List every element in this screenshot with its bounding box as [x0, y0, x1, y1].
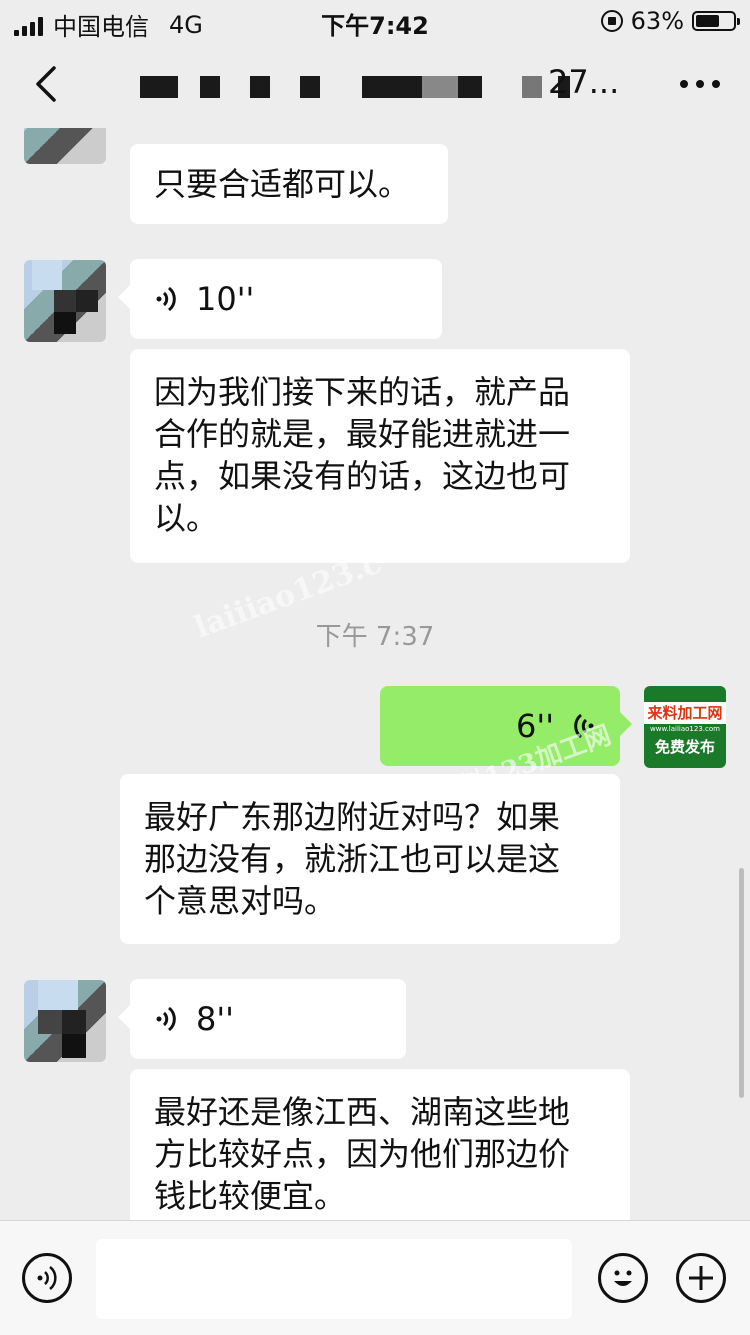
- message-line: 钱比较便宜。: [154, 1177, 347, 1215]
- message-line: 因为我们接下来的话，就产品: [154, 373, 571, 411]
- chat-title: 27...: [120, 60, 620, 104]
- message-line: 点，如果没有的话，这边也可: [154, 457, 571, 495]
- message-timestamp: 下午 7:37: [315, 622, 435, 652]
- chevron-left-icon[interactable]: [28, 64, 68, 104]
- message-bubble[interactable]: 只要合适都可以。: [130, 144, 448, 224]
- contact-avatar[interactable]: [24, 980, 106, 1062]
- message-bubble[interactable]: 最好广东那边附近对吗？如果 那边没有，就浙江也可以是这 个意思对吗。: [120, 774, 620, 944]
- voice-duration: 8'': [196, 1000, 234, 1038]
- message-input[interactable]: [96, 1239, 572, 1319]
- message-line: 方比较好点，因为他们那边价: [154, 1135, 571, 1173]
- contact-avatar[interactable]: [24, 128, 106, 164]
- message-line: 最好还是像江西、湖南这些地: [154, 1093, 571, 1131]
- message-line: 合作的就是，最好能进就进一: [154, 415, 571, 453]
- scrollbar[interactable]: [739, 868, 744, 1098]
- chat-header: 27...: [0, 40, 750, 128]
- message-text: 只要合适都可以。: [154, 165, 411, 203]
- battery-icon: [692, 11, 740, 31]
- plus-icon[interactable]: [676, 1253, 726, 1303]
- chat-title-suffix: 27...: [548, 63, 620, 101]
- redacted-title: [140, 60, 570, 104]
- message-bubble[interactable]: 因为我们接下来的话，就产品 合作的就是，最好能进就进一 点，如果没有的话，这边也…: [130, 349, 630, 563]
- voice-message[interactable]: 10'': [118, 259, 442, 339]
- more-dots-icon[interactable]: [680, 80, 720, 88]
- voice-wave-icon: [156, 1006, 176, 1032]
- message-list[interactable]: 只要合适都可以。 10'' 因为我们接下来的话，就产品 合作的就是，最好能进就进…: [0, 128, 750, 1220]
- input-bar: [0, 1220, 750, 1335]
- voice-wave-icon: [156, 286, 176, 312]
- message-line: 那边没有，就浙江也可以是这: [144, 840, 561, 878]
- rotation-lock-icon: [600, 10, 623, 32]
- contact-avatar[interactable]: [24, 260, 106, 342]
- message-bubble[interactable]: 最好还是像江西、湖南这些地 方比较好点，因为他们那边价 钱比较便宜。: [130, 1069, 630, 1220]
- emoji-icon[interactable]: [598, 1253, 648, 1303]
- self-avatar[interactable]: 来料加工网 www.lailiao123.com 免费发布: [644, 686, 726, 768]
- message-line: 以。: [154, 499, 219, 537]
- avatar-logo-url: www.lailiao123.com: [650, 725, 720, 733]
- avatar-logo-slogan: 免费发布: [654, 738, 715, 756]
- battery-percent: 63%: [630, 7, 684, 35]
- message-line: 个意思对吗。: [144, 882, 337, 920]
- message-line: 最好广东那边附近对吗？如果: [144, 798, 561, 836]
- status-bar: 中国电信 4G 下午7:42 63%: [0, 0, 750, 41]
- voice-message[interactable]: 8'': [118, 979, 406, 1059]
- voice-icon[interactable]: [22, 1253, 72, 1303]
- voice-duration: 10'': [196, 280, 255, 318]
- avatar-logo-text: 来料加工网: [644, 702, 726, 724]
